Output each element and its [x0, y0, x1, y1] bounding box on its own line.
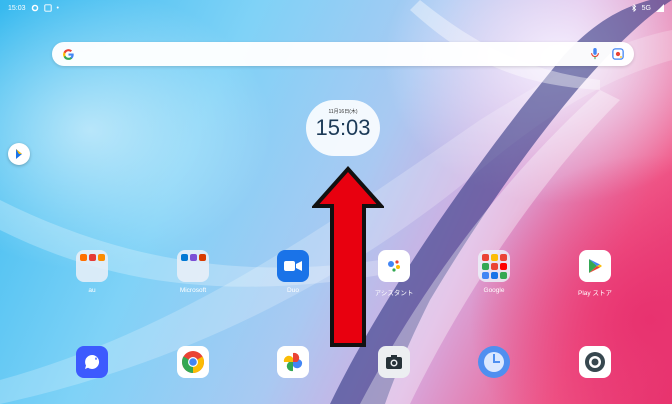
app-google-folder[interactable]: Google: [459, 250, 529, 294]
edge-panel-button[interactable]: [8, 143, 30, 165]
status-bar: 15:03 • 5G: [0, 0, 672, 16]
dock-photos[interactable]: [258, 346, 328, 378]
dock-clock[interactable]: [459, 346, 529, 378]
bluetooth-icon: [631, 4, 636, 12]
notification-icon: [43, 4, 52, 12]
google-logo-icon: [63, 48, 74, 60]
chevron-right-icon: [16, 149, 22, 159]
app-label: Play ストア: [578, 290, 612, 297]
clock-icon: [478, 346, 510, 378]
play-store-icon: [579, 250, 611, 282]
dot-icon: •: [56, 4, 59, 12]
dock-chrome[interactable]: [158, 346, 228, 378]
video-camera-icon: [277, 250, 309, 282]
dock-camera[interactable]: [359, 346, 429, 378]
app-microsoft-folder[interactable]: Microsoft: [158, 250, 228, 294]
clock-time: 15:03: [315, 115, 371, 140]
dock-messages[interactable]: [57, 346, 127, 378]
chat-bubble-icon: [76, 346, 108, 378]
up-arrow-annotation: [312, 166, 384, 347]
status-time: 15:03: [8, 4, 26, 12]
clock-widget[interactable]: 11月16日(木) 15:03: [306, 100, 380, 156]
clock-date: 11月16日(木): [328, 109, 358, 115]
lens-camera-icon[interactable]: [612, 48, 624, 60]
app-label: au: [88, 287, 96, 294]
dock-settings[interactable]: [560, 346, 630, 378]
chrome-icon: [177, 346, 209, 378]
gear-icon: [31, 4, 38, 12]
home-screen: 15:03 • 5G 11月16日(木) 15:03 au Microsoft …: [0, 0, 672, 404]
signal-icon: [656, 4, 664, 12]
camera-icon: [378, 346, 410, 378]
folder-icon: [76, 250, 108, 282]
app-au-folder[interactable]: au: [57, 250, 127, 294]
microphone-icon[interactable]: [590, 48, 600, 60]
app-play-store[interactable]: Play ストア: [560, 250, 630, 297]
network-type: 5G: [641, 4, 651, 12]
gear-icon: [579, 346, 611, 378]
folder-icon: [177, 250, 209, 282]
app-label: Microsoft: [179, 287, 207, 294]
pinwheel-icon: [277, 346, 309, 378]
app-label: Google: [483, 287, 505, 294]
folder-icon: [478, 250, 510, 282]
google-search-bar[interactable]: [52, 42, 634, 66]
